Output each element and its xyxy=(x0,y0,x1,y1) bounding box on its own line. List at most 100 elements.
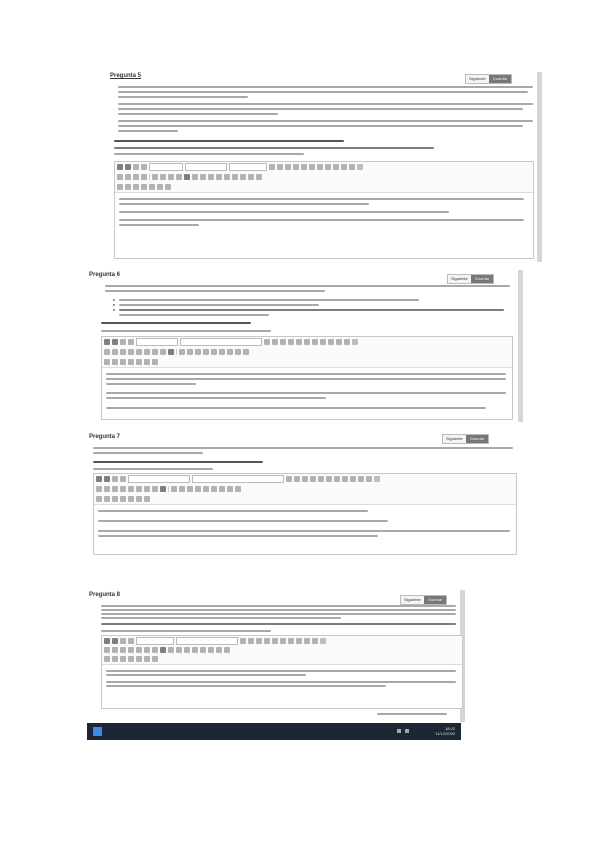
emoji-icon[interactable] xyxy=(157,184,163,190)
special-char-icon[interactable] xyxy=(208,174,214,180)
row-insert-icon[interactable] xyxy=(112,656,118,662)
align-left-icon[interactable] xyxy=(96,486,102,492)
fullscreen-icon[interactable] xyxy=(235,486,241,492)
outdent-icon[interactable] xyxy=(144,647,150,653)
preview-icon[interactable] xyxy=(235,349,241,355)
bold-icon[interactable] xyxy=(104,638,110,644)
undo-icon[interactable] xyxy=(358,476,364,482)
underline-icon[interactable] xyxy=(112,476,118,482)
text-color-icon[interactable] xyxy=(256,638,262,644)
indent-icon[interactable] xyxy=(136,647,142,653)
paste-icon[interactable] xyxy=(296,638,302,644)
align-center-icon[interactable] xyxy=(104,486,110,492)
highlight-icon[interactable] xyxy=(310,476,316,482)
media-icon[interactable] xyxy=(208,647,214,653)
find-icon[interactable] xyxy=(328,339,334,345)
redo-icon[interactable] xyxy=(366,476,372,482)
highlight-icon[interactable] xyxy=(264,638,270,644)
align-left-icon[interactable] xyxy=(117,174,123,180)
underline-icon[interactable] xyxy=(120,339,126,345)
outdent-icon[interactable] xyxy=(136,486,142,492)
superscript-icon[interactable] xyxy=(176,647,182,653)
align-center-icon[interactable] xyxy=(125,174,131,180)
image-icon[interactable] xyxy=(195,486,201,492)
image-icon[interactable] xyxy=(216,174,222,180)
image-icon[interactable] xyxy=(192,647,198,653)
find-icon[interactable] xyxy=(333,164,339,170)
bold-icon[interactable] xyxy=(96,476,102,482)
row-insert-icon[interactable] xyxy=(112,359,118,365)
bold-icon[interactable] xyxy=(117,164,123,170)
font-select[interactable] xyxy=(136,637,174,645)
link-icon[interactable] xyxy=(168,174,174,180)
cut-icon[interactable] xyxy=(280,638,286,644)
paragraph-icon[interactable] xyxy=(184,174,190,180)
superscript-icon[interactable] xyxy=(200,174,206,180)
undo-icon[interactable] xyxy=(341,164,347,170)
numbered-list-icon[interactable] xyxy=(248,638,254,644)
align-center-icon[interactable] xyxy=(112,349,118,355)
special-char-icon[interactable] xyxy=(187,486,193,492)
align-right-icon[interactable] xyxy=(120,647,126,653)
justify-icon[interactable] xyxy=(141,174,147,180)
indent-icon[interactable] xyxy=(136,349,142,355)
outdent-icon[interactable] xyxy=(160,174,166,180)
save-button[interactable]: Guardar xyxy=(423,596,447,604)
hr-icon[interactable] xyxy=(136,656,142,662)
paragraph-icon[interactable] xyxy=(160,647,166,653)
cut-icon[interactable] xyxy=(304,339,310,345)
subscript-icon[interactable] xyxy=(179,349,185,355)
subscript-icon[interactable] xyxy=(192,174,198,180)
save-button[interactable]: Guardar xyxy=(470,275,494,283)
emoji-icon[interactable] xyxy=(136,496,142,502)
help-icon[interactable] xyxy=(165,184,171,190)
code-icon[interactable] xyxy=(219,486,225,492)
special-char-icon[interactable] xyxy=(184,647,190,653)
paragraph-icon[interactable] xyxy=(160,486,166,492)
underline-icon[interactable] xyxy=(120,638,126,644)
link-icon[interactable] xyxy=(144,486,150,492)
answer-editor[interactable] xyxy=(101,635,463,709)
align-right-icon[interactable] xyxy=(120,349,126,355)
numbered-list-icon[interactable] xyxy=(277,164,283,170)
column-insert-icon[interactable] xyxy=(120,359,126,365)
text-color-icon[interactable] xyxy=(280,339,286,345)
underline-icon[interactable] xyxy=(133,164,139,170)
find-icon[interactable] xyxy=(304,638,310,644)
column-insert-icon[interactable] xyxy=(120,656,126,662)
italic-icon[interactable] xyxy=(104,476,110,482)
help-icon[interactable] xyxy=(152,656,158,662)
strikethrough-icon[interactable] xyxy=(128,339,134,345)
redo-icon[interactable] xyxy=(349,164,355,170)
undo-icon[interactable] xyxy=(336,339,342,345)
text-color-icon[interactable] xyxy=(302,476,308,482)
font-select[interactable] xyxy=(136,338,178,346)
code-icon[interactable] xyxy=(240,174,246,180)
fullscreen-icon[interactable] xyxy=(243,349,249,355)
answer-editor[interactable] xyxy=(114,161,534,259)
preview-icon[interactable] xyxy=(227,486,233,492)
anchor-icon[interactable] xyxy=(141,184,147,190)
indent-icon[interactable] xyxy=(128,486,134,492)
find-icon[interactable] xyxy=(350,476,356,482)
table-insert-icon[interactable] xyxy=(104,656,110,662)
table-icon[interactable] xyxy=(211,349,217,355)
code-icon[interactable] xyxy=(227,349,233,355)
preview-icon[interactable] xyxy=(248,174,254,180)
next-label[interactable]: Siguiente xyxy=(466,75,489,83)
ellipsis-icon[interactable] xyxy=(374,476,380,482)
copy-icon[interactable] xyxy=(334,476,340,482)
image-icon[interactable] xyxy=(203,349,209,355)
row-insert-icon[interactable] xyxy=(125,184,131,190)
next-label[interactable]: Siguiente xyxy=(448,275,471,283)
cut-icon[interactable] xyxy=(309,164,315,170)
copy-icon[interactable] xyxy=(312,339,318,345)
italic-icon[interactable] xyxy=(125,164,131,170)
windows-start-icon[interactable] xyxy=(93,727,102,736)
help-icon[interactable] xyxy=(152,359,158,365)
copy-icon[interactable] xyxy=(317,164,323,170)
font-select[interactable] xyxy=(128,475,190,483)
superscript-icon[interactable] xyxy=(187,349,193,355)
strikethrough-icon[interactable] xyxy=(141,164,147,170)
align-center-icon[interactable] xyxy=(112,647,118,653)
